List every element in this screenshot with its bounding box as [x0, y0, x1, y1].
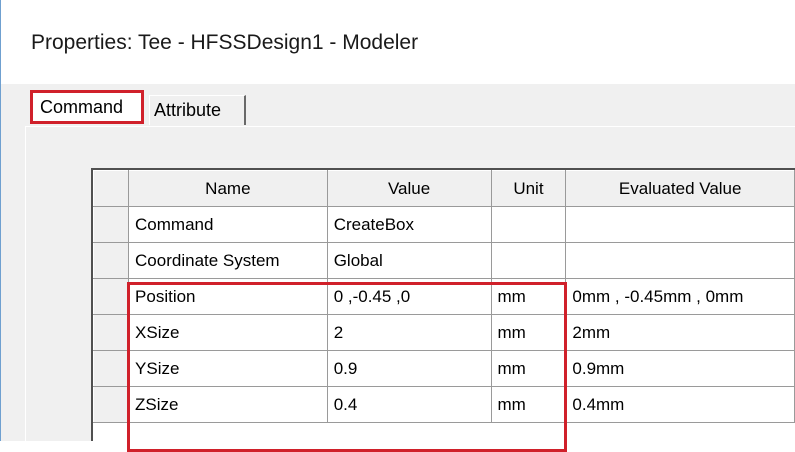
cell-unit[interactable]: mm [490, 278, 567, 315]
table-row: ZSize 0.4 mm 0.4mm [93, 386, 795, 423]
cell-unit[interactable] [490, 206, 567, 243]
cell-value[interactable]: 0 ,-0.45 ,0 [326, 278, 492, 315]
column-header-value[interactable]: Value [326, 170, 492, 207]
table-row: Command CreateBox [93, 206, 795, 243]
tab-command[interactable]: Command [30, 90, 144, 124]
cell-name[interactable]: ZSize [128, 386, 328, 423]
cell-evaluated-value [565, 242, 795, 279]
tab-page-border-left [25, 126, 26, 441]
cell-value[interactable]: Global [326, 242, 492, 279]
cell-evaluated-value: 0mm , -0.45mm , 0mm [565, 278, 795, 315]
row-selector[interactable] [93, 314, 130, 351]
window-title: Properties: Tee - HFSSDesign1 - Modeler [31, 31, 419, 54]
tab-page-border [25, 126, 795, 127]
row-selector[interactable] [93, 350, 130, 387]
grid-header-row: Name Value Unit Evaluated Value [93, 170, 795, 207]
table-row: Coordinate System Global [93, 242, 795, 279]
cell-unit[interactable]: mm [490, 314, 567, 351]
properties-window: Properties: Tee - HFSSDesign1 - Modeler … [0, 0, 795, 452]
tab-attribute[interactable]: Attribute [149, 95, 246, 125]
table-row: YSize 0.9 mm 0.9mm [93, 350, 795, 387]
cell-evaluated-value: 2mm [565, 314, 795, 351]
column-header-unit[interactable]: Unit [490, 170, 567, 207]
cell-value[interactable]: 0.4 [326, 386, 492, 423]
column-header-name[interactable]: Name [128, 170, 328, 207]
tab-attribute-label: Attribute [154, 100, 222, 120]
cell-name[interactable]: Position [128, 278, 328, 315]
cell-unit[interactable] [490, 242, 567, 279]
cell-evaluated-value: 0.4mm [565, 386, 795, 423]
property-grid: Name Value Unit Evaluated Value Command … [91, 168, 795, 441]
cell-value[interactable]: 2 [326, 314, 492, 351]
property-table: Name Value Unit Evaluated Value Command … [93, 170, 795, 423]
row-selector[interactable] [93, 386, 130, 423]
table-row: Position 0 ,-0.45 ,0 mm 0mm , -0.45mm , … [93, 278, 795, 315]
table-row: XSize 2 mm 2mm [93, 314, 795, 351]
cell-name[interactable]: Command [128, 206, 328, 243]
row-selector[interactable] [93, 242, 130, 279]
cell-name[interactable]: Coordinate System [128, 242, 328, 279]
cell-unit[interactable]: mm [490, 350, 567, 387]
cell-evaluated-value [565, 206, 795, 243]
corner-header [93, 170, 130, 207]
cell-name[interactable]: XSize [128, 314, 328, 351]
row-selector[interactable] [93, 206, 130, 243]
tab-command-label: Command [40, 97, 124, 117]
cell-unit[interactable]: mm [490, 386, 567, 423]
column-header-evaluated-value[interactable]: Evaluated Value [565, 170, 795, 207]
cell-evaluated-value: 0.9mm [565, 350, 795, 387]
title-bar[interactable]: Properties: Tee - HFSSDesign1 - Modeler [1, 0, 795, 84]
cell-value[interactable]: 0.9 [326, 350, 492, 387]
row-selector[interactable] [93, 278, 130, 315]
cell-name[interactable]: YSize [128, 350, 328, 387]
cell-value[interactable]: CreateBox [326, 206, 492, 243]
